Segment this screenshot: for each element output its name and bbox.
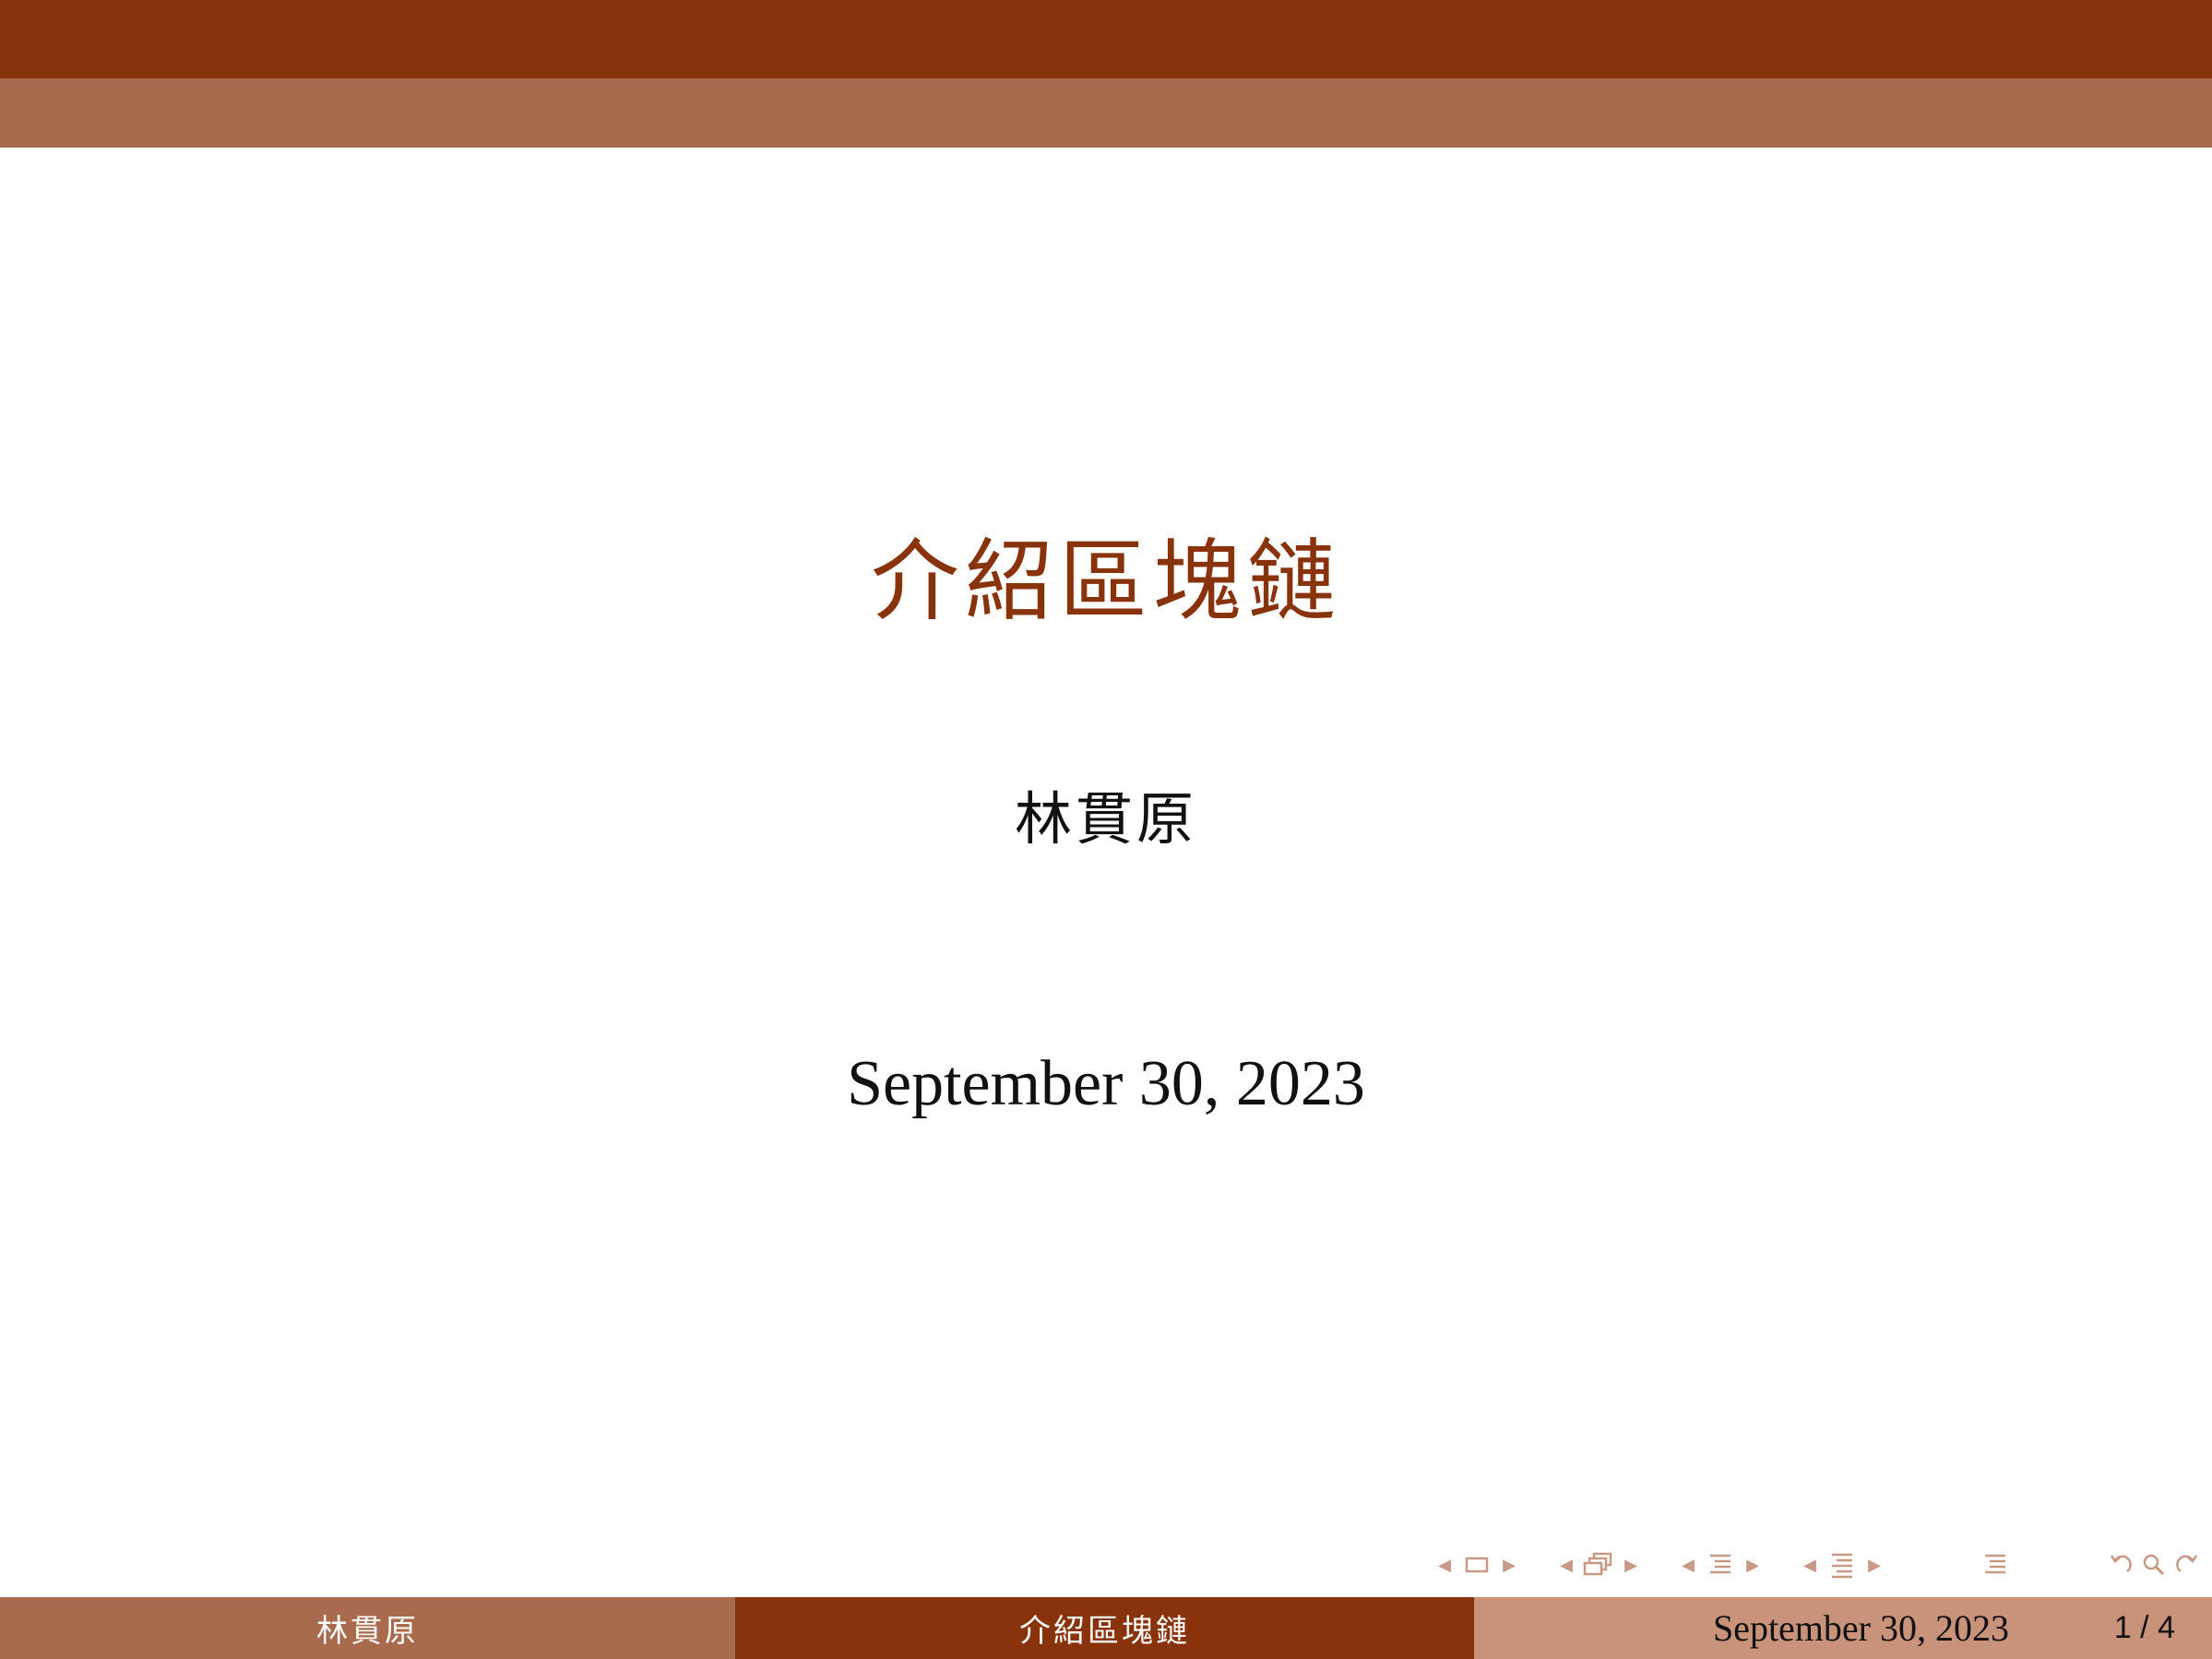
navigation-bar: ◀ ▶ ◀ ▶ ◀ ▶ ◀ ▶ bbox=[1434, 1548, 2200, 1581]
nav-search-icon[interactable] bbox=[2137, 1551, 2170, 1579]
nav-section-icon[interactable] bbox=[1698, 1551, 1742, 1579]
footer-right: September 30, 2023 1 / 4 bbox=[1474, 1597, 2212, 1659]
footer-author: 林貫原 bbox=[0, 1597, 735, 1659]
nav-section-group: ◀ ▶ bbox=[1678, 1551, 1763, 1579]
nav-frame-icon[interactable] bbox=[1455, 1551, 1499, 1579]
nav-frame-next-icon[interactable]: ▶ bbox=[1499, 1556, 1519, 1575]
slide-title: 介紹區塊鏈 bbox=[871, 530, 1341, 633]
slide-date: September 30, 2023 bbox=[847, 1048, 1365, 1119]
nav-outline-group bbox=[1973, 1551, 2017, 1579]
nav-section-next-icon[interactable]: ▶ bbox=[1742, 1556, 1763, 1575]
nav-document-group: ◀ ▶ bbox=[1800, 1551, 1885, 1579]
nav-section-prev-icon[interactable]: ◀ bbox=[1678, 1556, 1698, 1575]
nav-forward-icon[interactable] bbox=[2170, 1551, 2204, 1579]
nav-subsection-group: ◀ ▶ bbox=[1556, 1551, 1641, 1579]
nav-document-icon[interactable] bbox=[1820, 1551, 1864, 1579]
nav-document-next-icon[interactable]: ▶ bbox=[1864, 1556, 1885, 1575]
nav-document-prev-icon[interactable]: ◀ bbox=[1800, 1556, 1820, 1575]
footer-page-number: 1 / 4 bbox=[2113, 1610, 2175, 1645]
nav-subsection-next-icon[interactable]: ▶ bbox=[1621, 1556, 1641, 1575]
nav-frame-group: ◀ ▶ bbox=[1434, 1551, 1519, 1579]
slide-author: 林貫原 bbox=[1014, 785, 1197, 853]
footer-date: September 30, 2023 bbox=[1712, 1607, 2009, 1649]
nav-history-group bbox=[2104, 1551, 2204, 1579]
nav-back-icon[interactable] bbox=[2104, 1551, 2137, 1579]
nav-subsection-prev-icon[interactable]: ◀ bbox=[1556, 1556, 1576, 1575]
header-band-sub bbox=[0, 78, 2212, 148]
header-band-top bbox=[0, 0, 2212, 78]
footer-title: 介紹區塊鏈 bbox=[735, 1597, 1474, 1659]
footer: 林貫原 介紹區塊鏈 September 30, 2023 1 / 4 bbox=[0, 1597, 2212, 1659]
nav-outline-icon[interactable] bbox=[1973, 1551, 2017, 1579]
nav-frame-prev-icon[interactable]: ◀ bbox=[1434, 1556, 1455, 1575]
nav-subsection-icon[interactable] bbox=[1576, 1551, 1621, 1579]
